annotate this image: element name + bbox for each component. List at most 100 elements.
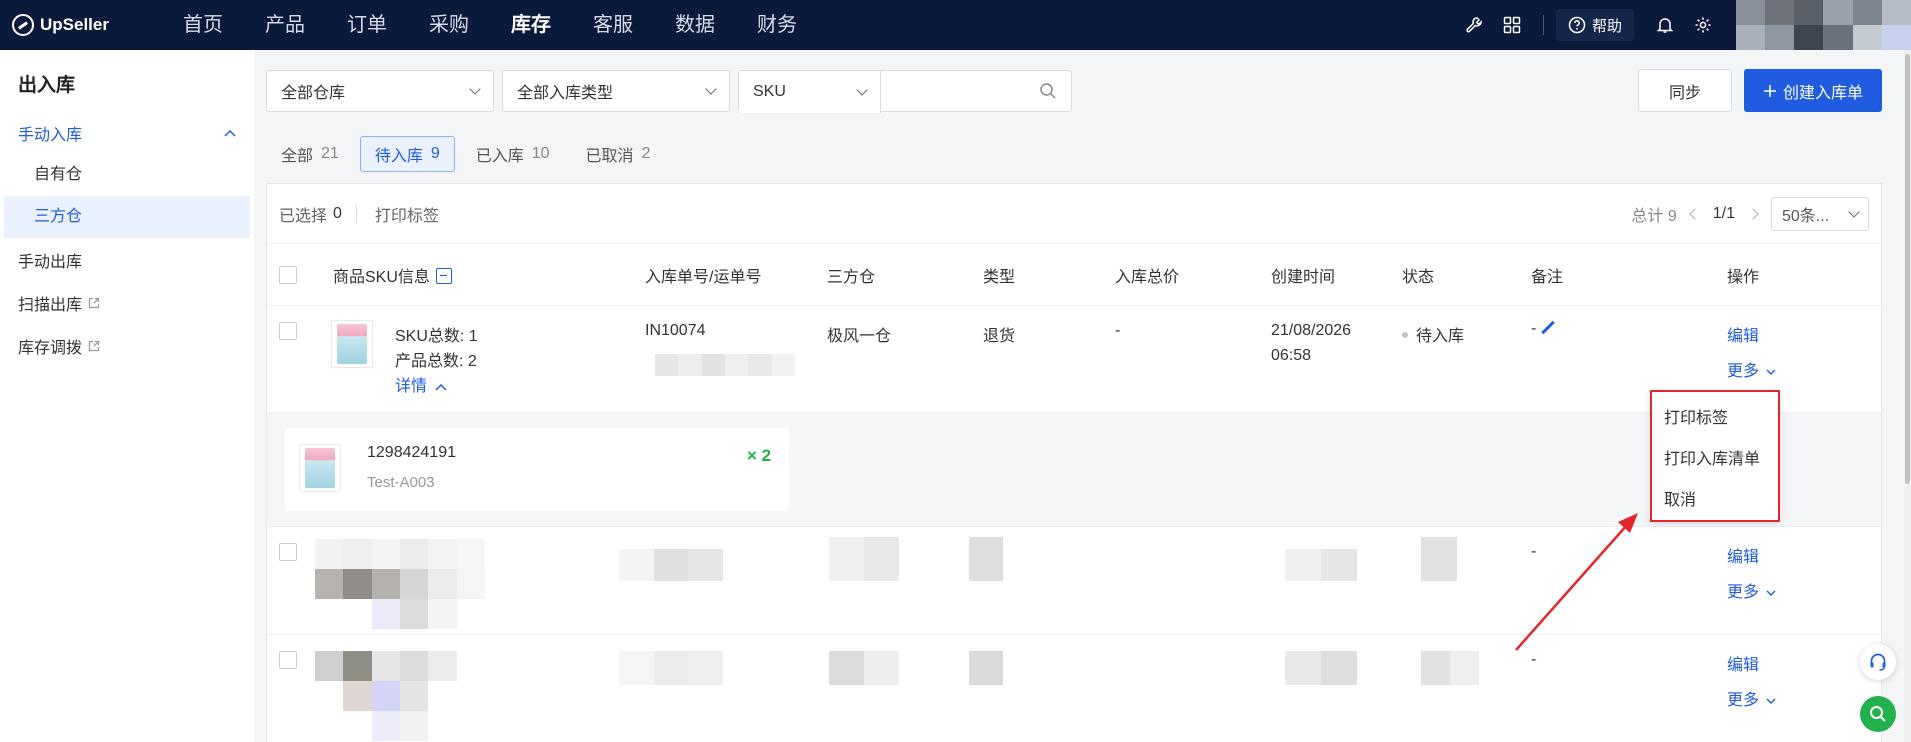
- sync-button[interactable]: 同步: [1638, 69, 1732, 112]
- warehouse-select[interactable]: 全部仓库: [266, 70, 494, 112]
- redacted-sku-info: [315, 651, 485, 741]
- redacted-created-time: [1285, 651, 1357, 685]
- more-actions-button[interactable]: 更多: [1727, 578, 1776, 602]
- tab-cancelled[interactable]: 已取消 2: [571, 136, 666, 172]
- chevron-up-icon: [435, 383, 447, 391]
- search-field-select[interactable]: SKU: [739, 71, 881, 113]
- tab-pending-inbound[interactable]: 待入库 9: [359, 136, 455, 172]
- edit-button[interactable]: 编辑: [1727, 322, 1759, 346]
- nav-products[interactable]: 产品: [244, 0, 326, 50]
- nav-data[interactable]: 数据: [654, 0, 736, 50]
- sidebar-item-label: 库存调拨: [18, 339, 83, 357]
- create-inbound-button[interactable]: 创建入库单: [1744, 69, 1882, 112]
- menu-item-cancel[interactable]: 取消: [1652, 480, 1778, 521]
- more-actions-button[interactable]: 更多: [1727, 357, 1776, 381]
- row-checkbox[interactable]: [279, 651, 297, 669]
- search-icon[interactable]: [1039, 82, 1057, 100]
- table-header: 商品SKU信息 入库单号/运单号 三方仓 类型 入库总价 创建时间 状态 备注 …: [267, 244, 1881, 306]
- more-actions-menu: 打印标签 打印入库清单 取消: [1650, 390, 1780, 522]
- row-checkbox[interactable]: [279, 322, 297, 340]
- redacted-status: [1421, 537, 1457, 581]
- remark-value: -: [1531, 320, 1537, 337]
- nav-inventory[interactable]: 库存: [490, 0, 572, 50]
- sku-total: SKU总数: 1: [395, 328, 478, 345]
- header-total-price: 入库总价: [1115, 268, 1180, 286]
- bell-icon[interactable]: [1654, 14, 1676, 36]
- created-time: 06:58: [1271, 347, 1312, 364]
- redacted-type: [969, 651, 1003, 685]
- sidebar-group-manual-inbound[interactable]: 手动入库: [0, 112, 254, 154]
- more-actions-button[interactable]: 更多: [1727, 686, 1776, 710]
- nav-home[interactable]: 首页: [162, 0, 244, 50]
- tab-count: 21: [321, 145, 339, 162]
- search-input[interactable]: [881, 71, 1071, 111]
- upseller-logo-icon: [12, 14, 34, 36]
- page-size-select[interactable]: 50条...: [1771, 196, 1869, 231]
- edit-button[interactable]: 编辑: [1727, 543, 1759, 567]
- user-avatar[interactable]: [1736, 0, 1911, 50]
- selected-label: 已选择: [279, 207, 328, 225]
- floating-search-button[interactable]: [1860, 696, 1896, 732]
- tab-label: 已入库: [475, 148, 524, 165]
- nav-customer-service[interactable]: 客服: [572, 0, 654, 50]
- scrollbar-thumb[interactable]: [1905, 54, 1910, 484]
- inbound-order-no: IN10074: [645, 322, 706, 339]
- inbound-type-select[interactable]: 全部入库类型: [502, 70, 730, 112]
- page-size-value: 50条...: [1782, 207, 1830, 225]
- product-image: [337, 324, 367, 364]
- gear-icon[interactable]: [1692, 14, 1714, 36]
- tab-label: 全部: [281, 148, 314, 165]
- sku-search-combo: SKU: [738, 70, 1072, 113]
- menu-item-print-label[interactable]: 打印标签: [1652, 398, 1778, 439]
- select-all-checkbox[interactable]: [279, 265, 297, 284]
- page-scrollbar[interactable]: [1904, 50, 1911, 742]
- table-row: - 编辑 更多: [267, 527, 1881, 635]
- status-label: 待入库: [1416, 328, 1465, 345]
- details-toggle[interactable]: 详情: [395, 372, 447, 396]
- brand-name: UpSeller: [40, 15, 109, 34]
- print-label-button[interactable]: 打印标签: [375, 202, 439, 226]
- chevron-down-icon: [1766, 698, 1776, 704]
- edit-remark-icon[interactable]: [1541, 320, 1556, 335]
- nav-purchasing[interactable]: 采购: [408, 0, 490, 50]
- customer-support-button[interactable]: [1860, 644, 1896, 680]
- top-right-tools: 帮助: [1455, 0, 1911, 50]
- header-status: 状态: [1402, 268, 1435, 286]
- tab-inbound-done[interactable]: 已入库 10: [461, 136, 565, 172]
- redacted-warehouse: [829, 537, 899, 581]
- more-label: 更多: [1727, 363, 1760, 380]
- prev-page-icon[interactable]: [1689, 207, 1701, 220]
- next-page-icon[interactable]: [1747, 207, 1759, 220]
- sku-detail-card: 1298424191 Test-A003 × 2: [285, 428, 789, 511]
- sidebar-item-own-warehouse[interactable]: 自有仓: [0, 154, 254, 196]
- nav-orders[interactable]: 订单: [326, 0, 408, 50]
- tab-count: 9: [430, 145, 440, 162]
- row-checkbox[interactable]: [279, 543, 297, 561]
- tab-count: 2: [641, 145, 651, 162]
- chevron-down-icon: [469, 83, 481, 95]
- tab-all[interactable]: 全部 21: [266, 136, 354, 172]
- sidebar-item-manual-outbound[interactable]: 手动出库: [0, 238, 254, 281]
- header-sku-info: 商品SKU信息: [333, 263, 452, 287]
- nav-finance[interactable]: 财务: [736, 0, 818, 50]
- apps-grid-icon[interactable]: [1501, 14, 1523, 36]
- help-button[interactable]: 帮助: [1555, 9, 1634, 41]
- redacted-status: [1421, 651, 1479, 685]
- remark-value: -: [1531, 543, 1537, 560]
- menu-item-print-inbound-list[interactable]: 打印入库清单: [1652, 439, 1778, 480]
- main-nav: 首页 产品 订单 采购 库存 客服 数据 财务: [162, 0, 818, 50]
- more-label: 更多: [1727, 692, 1760, 709]
- sku-quantity: × 2: [747, 446, 772, 465]
- chevron-down-icon: [1766, 369, 1776, 375]
- header-order-no: 入库单号/运单号: [645, 268, 762, 286]
- edit-button[interactable]: 编辑: [1727, 651, 1759, 675]
- remark-value: -: [1531, 651, 1537, 668]
- wrench-icon[interactable]: [1463, 14, 1485, 36]
- brand-logo[interactable]: UpSeller: [12, 14, 162, 36]
- collapse-all-icon[interactable]: [435, 267, 452, 284]
- sidebar-item-third-party-warehouse[interactable]: 三方仓: [4, 196, 250, 238]
- chevron-down-icon: [856, 84, 868, 96]
- sidebar-item-scan-outbound[interactable]: 扫描出库: [0, 281, 254, 324]
- sidebar-item-stock-transfer[interactable]: 库存调拨: [0, 324, 254, 367]
- selected-count: 0: [333, 204, 342, 222]
